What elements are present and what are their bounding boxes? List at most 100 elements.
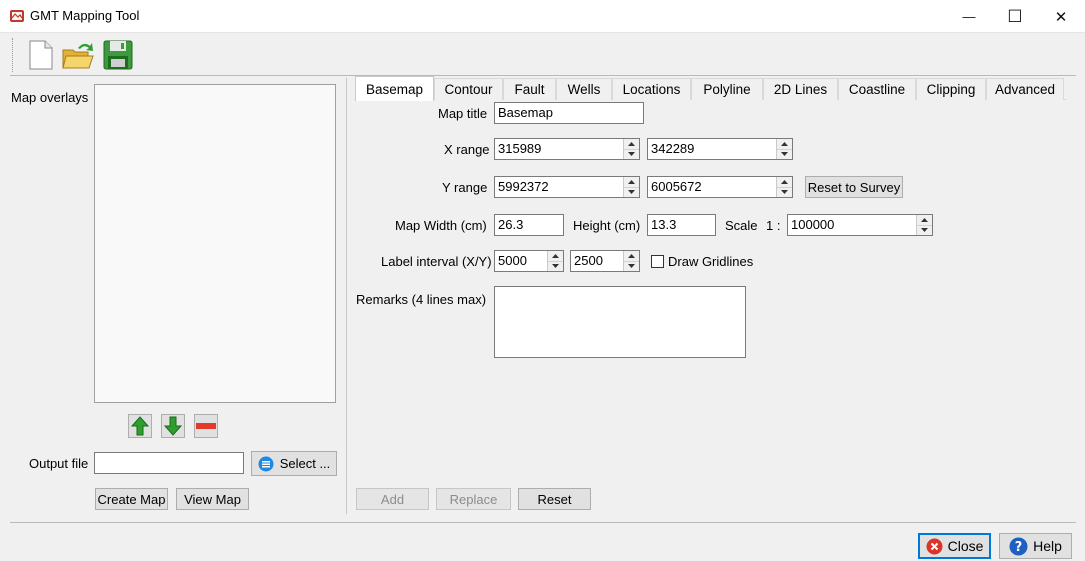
arrow-down-icon — [164, 416, 182, 436]
select-file-button[interactable]: Select ... — [251, 451, 337, 476]
close-icon: ✕ — [1054, 8, 1068, 26]
label-interval-y-spin[interactable] — [623, 251, 639, 271]
x-max-spin[interactable] — [776, 139, 792, 159]
move-down-button[interactable] — [161, 414, 185, 438]
view-map-button[interactable]: View Map — [176, 488, 249, 510]
minus-icon — [196, 423, 216, 429]
remarks-label: Remarks (4 lines max) — [356, 292, 487, 307]
select-file-label: Select ... — [279, 456, 331, 471]
scale-value: 100000 — [791, 217, 835, 232]
arrow-up-icon — [131, 416, 149, 436]
x-range-label: X range — [444, 142, 490, 157]
x-min-spin[interactable] — [623, 139, 639, 159]
spin-up-icon[interactable] — [917, 215, 932, 226]
label-interval-x-spin[interactable] — [547, 251, 563, 271]
list-icon — [258, 456, 274, 471]
label-interval-y-stepper[interactable]: 2500 — [570, 250, 640, 272]
add-button[interactable]: Add — [356, 488, 429, 510]
reset-button[interactable]: Reset — [518, 488, 591, 510]
spin-down-icon[interactable] — [624, 149, 639, 159]
spin-down-icon[interactable] — [624, 261, 639, 271]
svg-text:?: ? — [1015, 540, 1023, 555]
height-input[interactable]: 13.3 — [647, 214, 716, 236]
panel-divider — [346, 78, 347, 514]
window-title: GMT Mapping Tool — [30, 8, 140, 23]
spin-up-icon[interactable] — [624, 251, 639, 262]
open-folder-icon[interactable] — [62, 40, 94, 70]
maximize-button[interactable]: ☐ — [992, 0, 1038, 33]
output-file-input[interactable] — [94, 452, 244, 474]
y-max-spin[interactable] — [776, 177, 792, 197]
label-interval-y-value: 2500 — [574, 253, 603, 268]
y-range-label: Y range — [442, 180, 488, 195]
minimize-icon: — — [962, 9, 976, 24]
spin-up-icon[interactable] — [777, 177, 792, 188]
x-max-stepper[interactable]: 342289 — [647, 138, 793, 160]
scale-spin[interactable] — [916, 215, 932, 235]
y-min-stepper[interactable]: 5992372 — [494, 176, 640, 198]
label-interval-x-value: 5000 — [498, 253, 527, 268]
y-min-spin[interactable] — [623, 177, 639, 197]
output-file-label: Output file — [29, 456, 89, 471]
remove-overlay-button[interactable] — [194, 414, 218, 438]
tab-contour[interactable]: Contour — [434, 78, 503, 100]
tab-wells[interactable]: Wells — [556, 78, 612, 100]
help-button-label: Help — [1033, 538, 1062, 554]
footer-separator — [10, 522, 1076, 523]
window-close-button[interactable]: ✕ — [1038, 0, 1084, 33]
spin-down-icon[interactable] — [777, 149, 792, 159]
y-max-value: 6005672 — [651, 179, 702, 194]
spin-up-icon[interactable] — [777, 139, 792, 150]
map-title-input[interactable]: Basemap — [494, 102, 644, 124]
tab-clipping[interactable]: Clipping — [916, 78, 986, 100]
create-map-button[interactable]: Create Map — [95, 488, 168, 510]
spin-up-icon[interactable] — [624, 139, 639, 150]
map-overlays-list[interactable] — [94, 84, 336, 403]
tab-coastline[interactable]: Coastline — [838, 78, 916, 100]
spin-down-icon[interactable] — [917, 225, 932, 235]
replace-button[interactable]: Replace — [436, 488, 511, 510]
help-icon: ? — [1009, 537, 1028, 555]
spin-down-icon[interactable] — [777, 187, 792, 197]
y-max-stepper[interactable]: 6005672 — [647, 176, 793, 198]
maximize-icon: ☐ — [1007, 6, 1023, 26]
draw-gridlines-checkbox[interactable] — [651, 255, 664, 268]
scale-prefix: 1 : — [766, 218, 781, 233]
tab-2d-lines[interactable]: 2D Lines — [763, 78, 838, 100]
x-max-value: 342289 — [651, 141, 695, 156]
y-min-value: 5992372 — [498, 179, 549, 194]
x-min-value: 315989 — [498, 141, 542, 156]
map-overlays-label: Map overlays — [11, 90, 89, 105]
spin-down-icon[interactable] — [548, 261, 563, 271]
map-width-label: Map Width (cm) — [395, 218, 487, 233]
spin-up-icon[interactable] — [624, 177, 639, 188]
label-interval-x-stepper[interactable]: 5000 — [494, 250, 564, 272]
tab-fault[interactable]: Fault — [503, 78, 556, 100]
close-button[interactable]: Close — [918, 533, 991, 559]
scale-label: Scale — [725, 218, 758, 233]
new-file-icon[interactable] — [26, 40, 56, 70]
spin-up-icon[interactable] — [548, 251, 563, 262]
height-label: Height (cm) — [573, 218, 641, 233]
map-width-input[interactable]: 26.3 — [494, 214, 564, 236]
remarks-textarea[interactable] — [494, 286, 746, 358]
tab-basemap[interactable]: Basemap — [355, 76, 434, 101]
reset-to-survey-button[interactable]: Reset to Survey — [805, 176, 903, 198]
minimize-button[interactable]: — — [946, 0, 992, 33]
tab-polyline[interactable]: Polyline — [691, 78, 763, 100]
toolbar-grip — [12, 38, 14, 72]
save-disk-icon[interactable] — [103, 40, 133, 70]
title-bar — [0, 0, 1085, 33]
tab-locations[interactable]: Locations — [612, 78, 691, 100]
close-circle-icon — [926, 538, 943, 554]
scale-stepper[interactable]: 100000 — [787, 214, 933, 236]
spin-down-icon[interactable] — [624, 187, 639, 197]
map-title-label: Map title — [438, 106, 488, 121]
draw-gridlines-label: Draw Gridlines — [668, 254, 754, 269]
move-up-button[interactable] — [128, 414, 152, 438]
x-min-stepper[interactable]: 315989 — [494, 138, 640, 160]
help-button[interactable]: ? Help — [999, 533, 1072, 559]
app-icon — [9, 8, 25, 24]
tab-advanced[interactable]: Advanced — [986, 78, 1064, 100]
toolbar-separator — [10, 75, 1076, 76]
